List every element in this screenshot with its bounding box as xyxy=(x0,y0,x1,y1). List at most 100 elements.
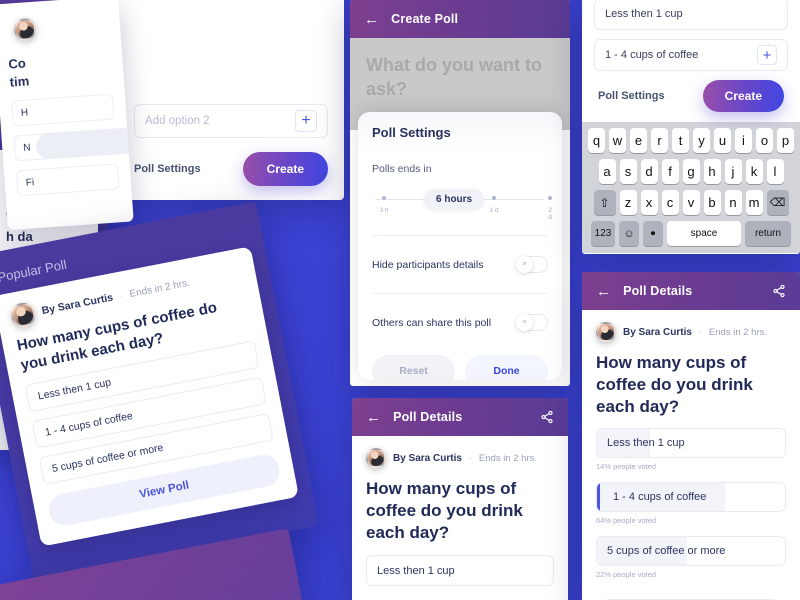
sheet-title: Poll Settings xyxy=(358,112,562,153)
numbers-key[interactable]: 123 xyxy=(591,221,615,246)
keyboard-row-2: a s d f g h j k l xyxy=(585,159,797,184)
create-button[interactable]: Create xyxy=(702,80,784,112)
shift-icon[interactable]: ⇧ xyxy=(593,190,616,215)
question-placeholder[interactable]: What do you want to ask? xyxy=(366,54,554,102)
poll-details-header: ← Poll Details xyxy=(352,398,568,436)
keyboard-row-3: ⇧ z x c v b n m ⌫ xyxy=(585,190,797,215)
key-f[interactable]: f xyxy=(661,159,679,184)
back-arrow-icon[interactable]: ← xyxy=(366,410,381,425)
key-t[interactable]: t xyxy=(672,128,689,153)
ios-keyboard-full[interactable]: q w e r t y u i o p a s d f g h j k l ⇧ … xyxy=(582,122,800,253)
emoji-icon[interactable]: ☺ xyxy=(619,221,639,246)
slider-tick-1d[interactable] xyxy=(492,196,496,200)
key-x[interactable]: x xyxy=(640,190,658,215)
keyboard-row-1: q w e r t y u i o p xyxy=(585,128,797,153)
divider xyxy=(372,293,548,294)
toggle-knob-icon: × xyxy=(516,314,533,331)
add-option-row[interactable]: Add option 2 + xyxy=(134,104,328,138)
avatar[interactable] xyxy=(9,300,38,329)
key-p[interactable]: p xyxy=(777,128,794,153)
done-button[interactable]: Done xyxy=(465,355,548,380)
key-r[interactable]: r xyxy=(651,128,668,153)
poll-results-screen: ← Poll Details By Sara Curtis · Ends in … xyxy=(582,272,800,600)
poll-settings-label[interactable]: Poll Settings xyxy=(598,90,665,102)
key-z[interactable]: z xyxy=(619,190,637,215)
back-arrow-icon[interactable]: ← xyxy=(596,284,611,299)
backspace-icon[interactable]: ⌫ xyxy=(766,190,789,215)
plus-icon[interactable]: + xyxy=(295,110,317,132)
screenshot-canvas: e ur friends 2 Ends i of co h da Add opt… xyxy=(0,0,800,600)
key-l[interactable]: l xyxy=(766,159,784,184)
back-arrow-icon[interactable]: ← xyxy=(364,12,379,27)
return-key[interactable]: return xyxy=(745,221,791,246)
key-n[interactable]: n xyxy=(724,190,742,215)
separator-dot: · xyxy=(698,327,702,337)
poll-option-label: 1 - 4 cups of coffee xyxy=(605,49,699,61)
key-c[interactable]: c xyxy=(661,190,679,215)
key-w[interactable]: w xyxy=(609,128,626,153)
separator-dot: · xyxy=(468,453,472,463)
create-poll-phone-top: Add option 2 + Poll Settings Create q w … xyxy=(118,0,344,200)
key-a[interactable]: a xyxy=(598,159,616,184)
poll-option-row-2[interactable]: 1 - 4 cups of coffee + xyxy=(594,39,788,71)
poll-result-percent-1: 14% people voted xyxy=(596,462,657,472)
setting-label-hide-participants: Hide participants details xyxy=(372,258,484,271)
key-b[interactable]: b xyxy=(703,190,721,215)
avatar[interactable] xyxy=(366,448,386,468)
share-icon[interactable] xyxy=(772,284,786,298)
space-key[interactable]: space xyxy=(667,221,741,246)
slider-label-1d: 1 d xyxy=(489,207,499,214)
reset-button[interactable]: Reset xyxy=(372,355,455,380)
key-k[interactable]: k xyxy=(745,159,763,184)
key-u[interactable]: u xyxy=(714,128,731,153)
behind-card-button[interactable] xyxy=(35,125,134,160)
poll-ends-in: Ends in 2 hrs. xyxy=(478,452,538,464)
slider-label-2d: 2 d xyxy=(548,207,552,221)
key-d[interactable]: d xyxy=(640,159,658,184)
key-q[interactable]: q xyxy=(588,128,605,153)
poll-result-row-3[interactable]: 5 cups of coffee or more xyxy=(596,536,786,567)
key-y[interactable]: y xyxy=(693,128,710,153)
setting-label-others-can-share: Others can share this poll xyxy=(372,316,492,329)
poll-option-label: Less then 1 cup xyxy=(605,8,683,20)
poll-option-label: 1 - 4 cups of coffee xyxy=(613,491,707,504)
sheet-body: Polls ends in 3 h 1 d 2 d 6 hours Hide p… xyxy=(358,163,562,345)
poll-result-row-2[interactable]: 1 - 4 cups of coffee xyxy=(596,482,786,513)
behind-card-option-3[interactable]: Fi xyxy=(15,163,120,197)
key-h[interactable]: h xyxy=(703,159,721,184)
selected-indicator xyxy=(597,483,600,512)
share-icon[interactable] xyxy=(540,410,554,424)
key-j[interactable]: j xyxy=(724,159,742,184)
toggle-hide-participants[interactable]: × xyxy=(516,256,548,273)
poll-card[interactable]: By Sara Curtis · Ends in 2 hrs. How many… xyxy=(0,246,299,547)
plus-icon[interactable]: + xyxy=(757,45,777,65)
slider-selected-value[interactable]: 6 hours xyxy=(424,189,485,210)
poll-settings-label[interactable]: Poll Settings xyxy=(134,163,201,175)
setting-others-can-share: Others can share this poll × xyxy=(372,300,548,345)
key-s[interactable]: s xyxy=(619,159,637,184)
poll-details-body: By Sara Curtis · Ends in 2 hrs. How many… xyxy=(352,436,568,587)
slider-tick-2d[interactable] xyxy=(548,196,552,200)
key-e[interactable]: e xyxy=(630,128,647,153)
add-option-placeholder: Add option 2 xyxy=(145,115,210,127)
poll-option-row[interactable]: Less then 1 cup xyxy=(366,555,554,587)
key-i[interactable]: i xyxy=(735,128,752,153)
poll-result-row-1[interactable]: Less then 1 cup xyxy=(596,428,786,459)
mic-icon[interactable]: ⏺ xyxy=(643,221,663,246)
poll-settings-sheet: Poll Settings Polls ends in 3 h 1 d 2 d … xyxy=(358,112,562,380)
behind-card-option-1[interactable]: H xyxy=(11,93,115,127)
keyboard-row-4: 123 ☺ ⏺ space return xyxy=(585,221,797,246)
poll-author: By Sara Curtis xyxy=(393,452,462,464)
avatar[interactable] xyxy=(596,322,616,342)
poll-option-row-1[interactable]: Less then 1 cup xyxy=(594,0,788,30)
poll-duration-slider[interactable]: 3 h 1 d 2 d 6 hours xyxy=(372,189,552,229)
slider-tick-3h[interactable] xyxy=(382,196,386,200)
key-g[interactable]: g xyxy=(682,159,700,184)
create-button[interactable]: Create xyxy=(242,152,328,186)
poll-result-percent-2: 64% people voted xyxy=(596,516,657,526)
toggle-others-can-share[interactable]: × xyxy=(516,314,548,331)
avatar[interactable] xyxy=(13,17,37,42)
key-o[interactable]: o xyxy=(756,128,773,153)
key-v[interactable]: v xyxy=(682,190,700,215)
key-m[interactable]: m xyxy=(745,190,763,215)
